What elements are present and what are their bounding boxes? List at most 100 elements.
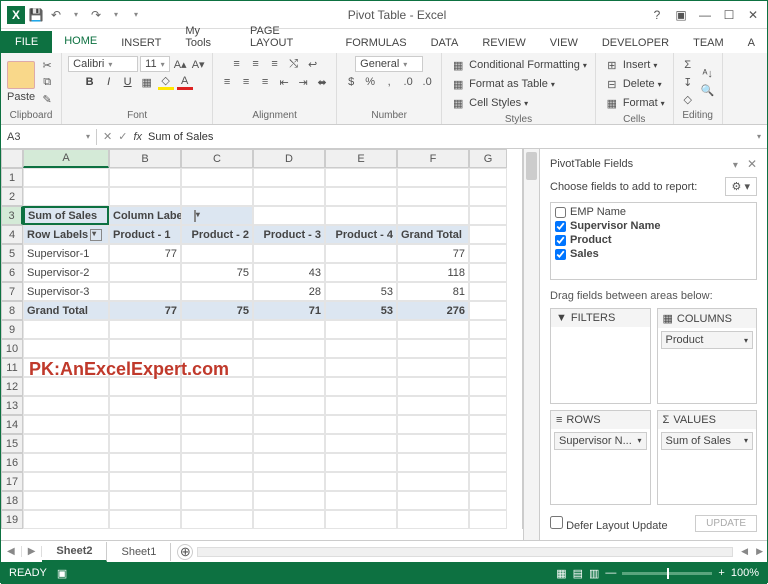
orientation-icon[interactable]: ⤭ <box>286 56 302 72</box>
cell[interactable] <box>325 339 397 358</box>
autosum-icon[interactable]: Σ <box>680 57 696 73</box>
cell-styles-button[interactable]: ▦Cell Styles▾ <box>448 94 530 112</box>
save-icon[interactable]: 💾 <box>27 6 45 24</box>
macro-record-icon[interactable]: ▣ <box>57 567 67 580</box>
cell[interactable] <box>253 510 325 529</box>
font-size-select[interactable]: 11▾ <box>140 56 170 72</box>
currency-icon[interactable]: $ <box>343 74 359 90</box>
cell[interactable] <box>253 377 325 396</box>
cell[interactable] <box>469 187 507 206</box>
bold-icon[interactable]: B <box>82 74 98 90</box>
comma-icon[interactable]: , <box>381 74 397 90</box>
tab-scroll-left-icon[interactable]: ◀ <box>1 546 22 557</box>
horizontal-scrollbar[interactable] <box>197 547 733 557</box>
field-emp-name[interactable]: EMP Name <box>553 205 754 219</box>
cell-e4[interactable]: Product - 4 <box>325 225 397 244</box>
row-header[interactable]: 1 <box>1 168 23 187</box>
panel-close-icon[interactable]: ✕ <box>747 157 757 171</box>
cell[interactable] <box>253 206 325 225</box>
align-center-icon[interactable]: ≡ <box>238 74 254 90</box>
cut-icon[interactable]: ✂ <box>39 57 55 73</box>
area-rows[interactable]: ≡ROWS Supervisor N...▾ <box>550 410 651 506</box>
delete-cells-button[interactable]: ⊟Delete▾ <box>602 75 664 93</box>
cell[interactable] <box>181 415 253 434</box>
select-all-corner[interactable] <box>1 149 23 168</box>
help-icon[interactable]: ? <box>649 8 665 22</box>
align-middle-icon[interactable]: ≡ <box>248 56 264 72</box>
align-left-icon[interactable]: ≡ <box>219 74 235 90</box>
cell-d4[interactable]: Product - 3 <box>253 225 325 244</box>
tab-view[interactable]: VIEW <box>538 33 590 53</box>
pill-sum-of-sales[interactable]: Sum of Sales▾ <box>661 432 754 450</box>
row-header[interactable]: 9 <box>1 320 23 339</box>
cell[interactable] <box>23 415 109 434</box>
row-header[interactable]: 13 <box>1 396 23 415</box>
cell[interactable] <box>469 206 507 225</box>
row-header[interactable]: 19 <box>1 510 23 529</box>
cell[interactable] <box>469 491 507 510</box>
undo-dropdown-icon[interactable]: ▾ <box>67 6 85 24</box>
merge-icon[interactable]: ⬌ <box>314 74 330 90</box>
find-select-icon[interactable]: 🔍 <box>700 83 716 99</box>
cell[interactable] <box>325 206 397 225</box>
cell[interactable] <box>253 396 325 415</box>
cell[interactable] <box>397 358 469 377</box>
cell[interactable] <box>109 282 181 301</box>
cell[interactable] <box>181 396 253 415</box>
col-header-c[interactable]: C <box>181 149 253 168</box>
row-header[interactable]: 15 <box>1 434 23 453</box>
cell-a7[interactable]: Supervisor-3 <box>23 282 109 301</box>
name-box[interactable]: A3▾ <box>1 129 97 145</box>
dec-decimal-icon[interactable]: .0 <box>419 74 435 90</box>
panel-settings-button[interactable]: ⚙ ▾ <box>725 177 757 196</box>
cell-f4[interactable]: Grand Total <box>397 225 469 244</box>
cell[interactable] <box>325 244 397 263</box>
cell[interactable] <box>469 301 507 320</box>
cell-d8[interactable]: 71 <box>253 301 325 320</box>
cell[interactable] <box>397 339 469 358</box>
row-header[interactable]: 7 <box>1 282 23 301</box>
cell[interactable] <box>325 415 397 434</box>
cell[interactable] <box>23 320 109 339</box>
cell-f7[interactable]: 81 <box>397 282 469 301</box>
cell[interactable] <box>397 377 469 396</box>
pill-supervisor[interactable]: Supervisor N...▾ <box>554 432 647 450</box>
cell[interactable] <box>23 510 109 529</box>
cell[interactable] <box>469 510 507 529</box>
zoom-level[interactable]: 100% <box>731 567 759 579</box>
row-header[interactable]: 10 <box>1 339 23 358</box>
fill-color-icon[interactable]: ◇ <box>158 74 174 90</box>
row-header[interactable]: 6 <box>1 263 23 282</box>
tab-insert[interactable]: INSERT <box>109 33 173 53</box>
cell[interactable] <box>397 510 469 529</box>
sheet-tab-sheet2[interactable]: Sheet2 <box>42 542 107 562</box>
cell[interactable] <box>109 415 181 434</box>
cell[interactable] <box>23 339 109 358</box>
cell[interactable] <box>253 358 325 377</box>
tab-developer[interactable]: DEVELOPER <box>590 33 681 53</box>
cancel-formula-icon[interactable]: ✕ <box>103 130 112 143</box>
cell[interactable] <box>181 434 253 453</box>
qat-customize-icon[interactable]: ▾ <box>127 6 145 24</box>
tab-page-layout[interactable]: PAGE LAYOUT <box>238 21 333 53</box>
cell[interactable] <box>109 434 181 453</box>
fill-icon[interactable]: ↧ <box>680 74 696 90</box>
cell[interactable] <box>469 434 507 453</box>
border-icon[interactable]: ▦ <box>139 74 155 90</box>
cell[interactable] <box>397 472 469 491</box>
cell[interactable] <box>325 187 397 206</box>
cell[interactable] <box>397 206 469 225</box>
shrink-font-icon[interactable]: A▾ <box>190 56 206 72</box>
cell[interactable] <box>469 263 507 282</box>
cell[interactable] <box>109 339 181 358</box>
number-format-select[interactable]: General▾ <box>355 56 423 72</box>
cell[interactable] <box>253 472 325 491</box>
redo-icon[interactable]: ↷ <box>87 6 105 24</box>
fx-icon[interactable]: fx <box>133 131 142 143</box>
insert-cells-button[interactable]: ⊞Insert▾ <box>602 56 660 74</box>
cell[interactable] <box>23 453 109 472</box>
cell-a6[interactable]: Supervisor-2 <box>23 263 109 282</box>
cell-b5[interactable]: 77 <box>109 244 181 263</box>
new-sheet-button[interactable]: ⊕ <box>177 544 193 560</box>
area-columns[interactable]: ▦COLUMNS Product▾ <box>657 308 758 404</box>
